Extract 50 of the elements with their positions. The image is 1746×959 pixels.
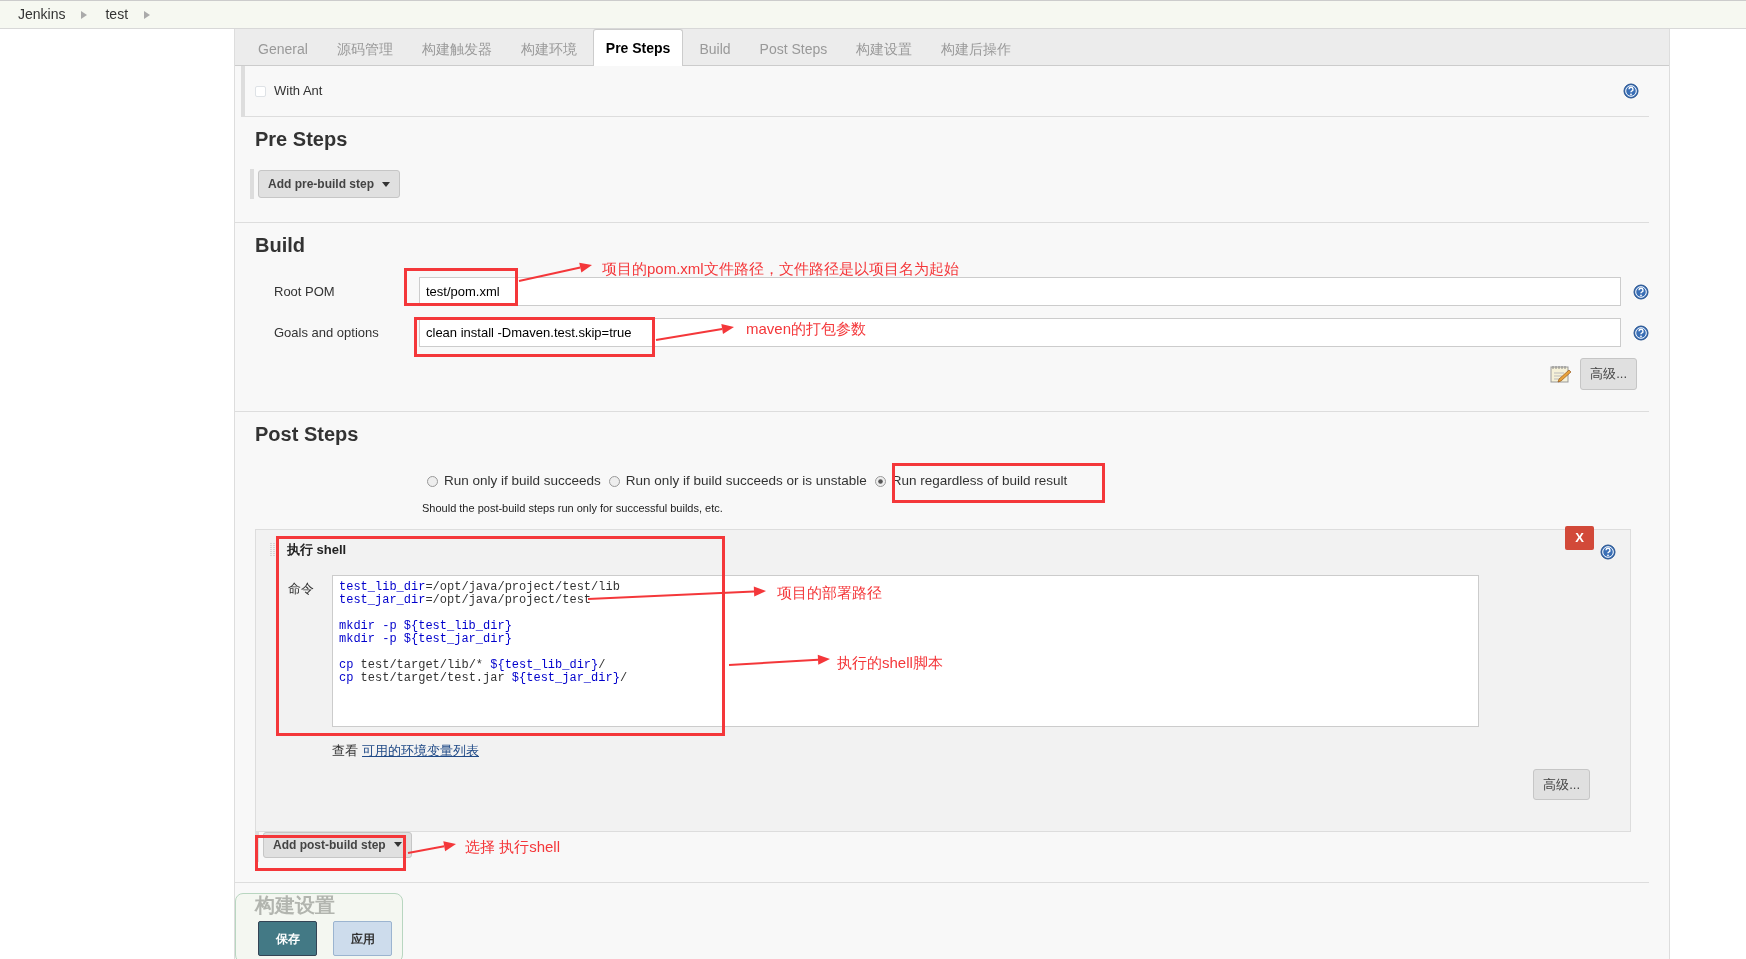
radio-button[interactable] [608,475,620,487]
section-heading: Post Steps [255,422,360,446]
checkbox-label: With Ant [274,82,324,101]
breadcrumb-link[interactable]: Jenkins [18,4,66,25]
delete-button[interactable]: X [1565,525,1594,550]
code-line: test_lib_dir=/opt/java/project/test/lib [339,581,620,595]
annotation-text: maven的打包参数 [746,319,867,339]
caret-icon [393,842,402,848]
annotation-text: 执行的shell脚本 [837,653,943,673]
code-line: test_jar_dir=/opt/java/project/test [339,594,592,608]
field-label: Goals and options [273,323,380,342]
drag-handle-icon[interactable] [270,541,275,558]
tab[interactable]: Pre Steps [592,29,684,66]
advanced-button[interactable]: 高级... [1533,768,1590,801]
annotation-text: 选择 执行shell [465,837,561,857]
notepad-icon [1550,363,1573,384]
with-ant-checkbox[interactable] [255,85,266,97]
help-icon[interactable] [1600,544,1616,561]
code-line: cp test/target/lib/* ${test_lib_dir}/ [339,659,606,673]
hint-text: Should the post-build steps run only for successful builds, etc. [422,501,724,517]
section-heading: Pre Steps [255,127,349,151]
annotation-text: 项目的pom.xml文件路径，文件路径是以项目名为起始 [602,259,959,279]
env-vars-link[interactable]: 可用的环境变量列表 [362,743,479,759]
link-prefix: 查看 [332,743,358,759]
code-line: mkdir -p ${test_jar_dir} [339,633,512,647]
breadcrumb-link[interactable]: test [105,4,129,25]
field-label: Root POM [273,282,336,301]
section-heading: 构建设置 [255,893,336,917]
step-title: 执行 shell [287,540,347,559]
section-heading: Build [255,233,306,257]
code-line: mkdir -p ${test_lib_dir} [339,620,512,634]
advanced-button[interactable]: 高级... [1580,358,1637,390]
text-field[interactable]: test/pom.xml [419,277,1621,306]
radio-button[interactable] [874,475,886,487]
save-button[interactable]: 保存 [258,921,317,956]
code-line: cp test/target/test.jar ${test_jar_dir}/ [339,672,628,686]
caret-icon [382,181,390,187]
chevron-icon [81,10,88,19]
radio-button[interactable] [427,475,438,487]
add-pre-build-step-button[interactable]: Add pre-build step [258,170,400,198]
help-icon[interactable] [1623,83,1639,99]
code-editor[interactable] [332,575,1479,728]
radio-label: Run only if build succeeds [444,472,601,490]
field-label: 命令 [287,580,315,599]
radio-label: Run only if build succeeds or is unstable [625,472,867,490]
annotation-text: 项目的部署路径 [777,583,882,603]
help-icon[interactable] [1633,284,1649,301]
help-icon[interactable] [1633,325,1649,342]
apply-button[interactable]: 应用 [333,921,392,956]
chevron-icon [144,10,151,19]
